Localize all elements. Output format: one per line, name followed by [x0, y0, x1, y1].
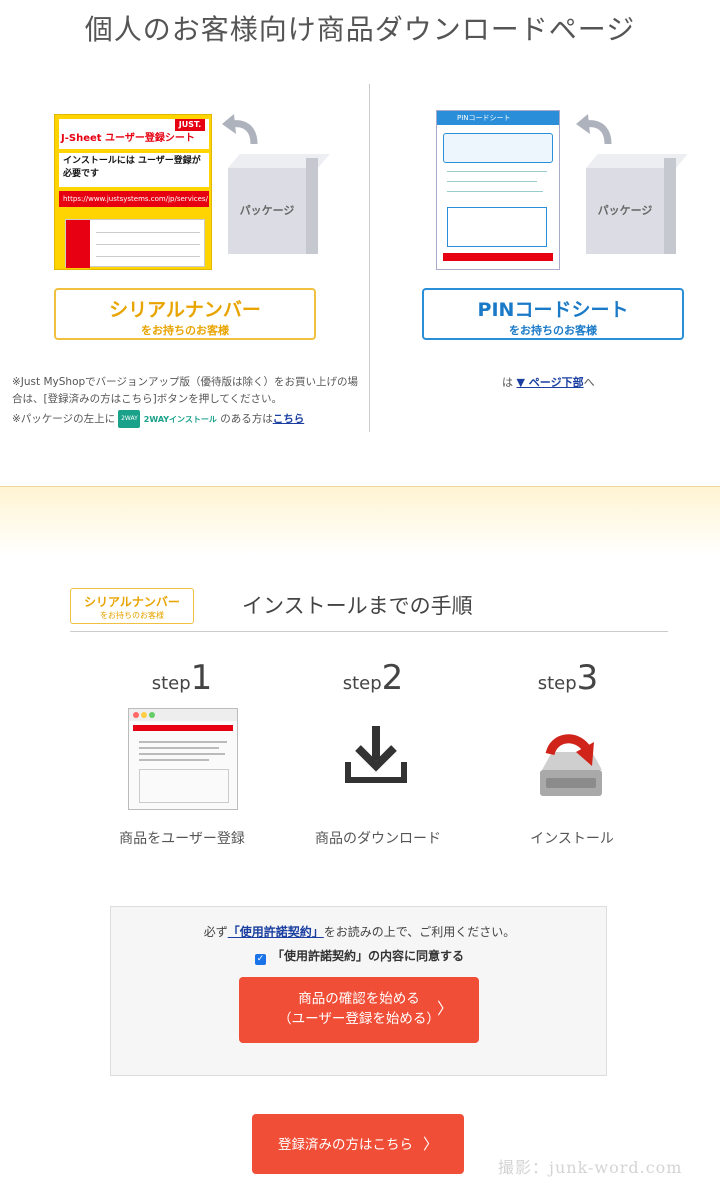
twoway-note-middle: のある方は — [220, 413, 273, 425]
agree-checkbox-label: 「使用許諾契約」の内容に同意する — [271, 949, 464, 963]
pin-note-suffix: へ — [583, 376, 595, 389]
pin-button-main: PINコードシート — [477, 299, 629, 321]
pin-note: は ▼ ページ下部へ — [502, 374, 595, 390]
agree-checkbox[interactable]: ✓ — [254, 954, 266, 965]
agree-checkbox-row[interactable]: ✓ 「使用許諾契約」の内容に同意する — [111, 947, 608, 965]
chevron-right-icon: 〉 — [422, 1135, 438, 1153]
serial-button-sub: をお持ちのお客様 — [141, 324, 229, 337]
serial-number-badge: シリアルナンバー をお持ちのお客様 — [70, 588, 194, 624]
pin-note-prefix: は — [502, 376, 513, 389]
start-confirmation-button[interactable]: 商品の確認を始める （ユーザー登録を始める） 〉 — [239, 977, 479, 1043]
curved-arrow-icon — [222, 114, 258, 145]
step-word: step — [537, 673, 577, 694]
package-label: パッケージ — [239, 204, 295, 217]
license-text-prefix: 必ず — [203, 925, 228, 939]
step-2-caption: 商品のダウンロード — [315, 831, 441, 847]
watermark-text: 撮影：junk-word.com — [498, 1158, 683, 1177]
pin-button-sub: をお持ちのお客様 — [509, 324, 597, 337]
package-box-image: パッケージ — [228, 154, 330, 254]
license-text-suffix: をお読みの上で、ご利用ください。 — [323, 925, 516, 939]
sheet-url: https://www.justsystems.com/jp/services/ — [59, 191, 209, 207]
step-3-caption: インストール — [530, 831, 614, 847]
twoway-badge-icon: 2WAY — [118, 410, 141, 428]
install-drive-icon — [540, 734, 602, 796]
sheet-title: J-Sheet ユーザー登録シート — [61, 133, 195, 144]
registered-users-button[interactable]: 登録済みの方はこちら〉 — [252, 1114, 464, 1174]
myshop-note: ※Just MyShopでバージョンアップ版（優待版は除く）をお買い上げの場合は… — [12, 376, 358, 405]
chevron-right-icon: 〉 — [436, 999, 453, 1018]
sheet-form — [65, 219, 205, 268]
sheet-warning: インストールには ユーザー登録が必要です — [59, 153, 209, 187]
twoway-link[interactable]: こちら — [273, 413, 305, 425]
download-icon — [345, 726, 407, 783]
package-label: パッケージ — [597, 204, 653, 217]
twoway-note: ※パッケージの左上に 2WAY 2WAYインストール のある方はこちら — [12, 410, 360, 428]
step-1-heading: step1 — [92, 658, 272, 698]
twoway-badge-text: 2WAYインストール — [143, 415, 217, 424]
pin-code-sheet-image: PINコードシート — [436, 110, 560, 270]
license-agreement-link[interactable]: 「使用許諾契約」 — [228, 925, 324, 939]
registered-button-label: 登録済みの方はこちら — [277, 1137, 413, 1153]
step-1-caption: 商品をユーザー登録 — [119, 831, 245, 847]
serial-section: JUST. J-Sheet ユーザー登録シート インストールには ユーザー登録が… — [0, 84, 360, 434]
serial-button-main: シリアルナンバー — [109, 299, 261, 321]
step-number: 2 — [381, 658, 404, 698]
package-box-image: パッケージ — [586, 154, 688, 254]
badge-sub: をお持ちのお客様 — [100, 611, 164, 620]
pin-section: PINコードシート パッケージ PINコードシート をお持ちのお客様 は ▼ ペ… — [360, 84, 720, 434]
license-agreement-box: 必ず「使用許諾契約」をお読みの上で、ご利用ください。 ✓ 「使用許諾契約」の内容に… — [110, 906, 607, 1076]
section-band — [0, 486, 720, 556]
license-instruction: 必ず「使用許諾契約」をお読みの上で、ご利用ください。 — [111, 923, 608, 940]
steps-divider — [70, 631, 668, 632]
step-2-heading: step2 — [283, 658, 463, 698]
page-bottom-link[interactable]: ▼ ページ下部 — [517, 376, 584, 389]
user-registration-sheet-image: JUST. J-Sheet ユーザー登録シート インストールには ユーザー登録が… — [54, 114, 212, 270]
step-number: 1 — [190, 658, 213, 698]
badge-main: シリアルナンバー — [84, 595, 180, 609]
twoway-note-prefix: ※パッケージの左上に — [12, 413, 116, 425]
step-number: 3 — [576, 658, 599, 698]
pin-sheet-title: PINコードシート — [437, 111, 559, 125]
curved-arrow-icon — [576, 114, 612, 145]
registration-screenshot-image — [128, 708, 238, 810]
serial-number-button[interactable]: シリアルナンバー をお持ちのお客様 — [54, 288, 316, 340]
step-word: step — [342, 673, 382, 694]
steps-title: インストールまでの手順 — [242, 594, 473, 618]
step-3-heading: step3 — [478, 658, 658, 698]
pin-code-sheet-button[interactable]: PINコードシート をお持ちのお客様 — [422, 288, 684, 340]
step-word: step — [151, 673, 191, 694]
page-title: 個人のお客様向け商品ダウンロードページ — [84, 13, 636, 46]
